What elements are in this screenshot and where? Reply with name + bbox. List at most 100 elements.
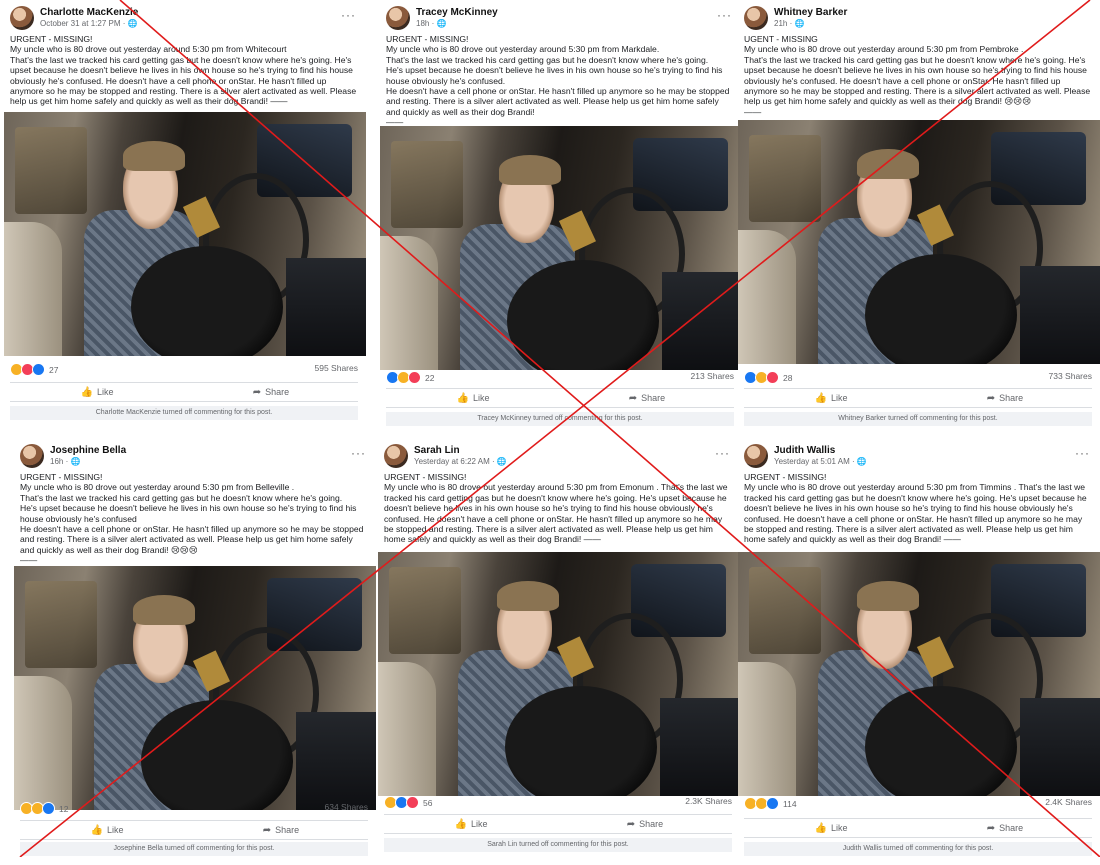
- reaction-summary[interactable]: 56: [384, 796, 432, 809]
- avatar[interactable]: [744, 6, 768, 30]
- post-actions: 👍 Like ➦ Share: [10, 382, 358, 402]
- post-photo[interactable]: [380, 126, 742, 370]
- share-button[interactable]: ➦ Share: [918, 389, 1092, 407]
- more-options-icon[interactable]: ···: [341, 8, 356, 22]
- love-reaction-icon: [408, 371, 421, 384]
- share-count[interactable]: 2.3K Shares: [685, 796, 732, 806]
- like-label: Like: [96, 387, 114, 397]
- post-actions: 👍 Like ➦ Share: [384, 814, 732, 834]
- author-name[interactable]: Charlotte MacKenzie: [40, 7, 138, 18]
- post-photo[interactable]: [378, 552, 740, 796]
- post-header: Judith Wallis Yesterday at 5:01 AM · 🌐 ·…: [744, 444, 1094, 470]
- like-button[interactable]: 👍 Like: [744, 389, 918, 407]
- reaction-summary[interactable]: 28: [744, 371, 792, 384]
- share-label: Share: [999, 393, 1024, 403]
- timestamp-text: Yesterday at 6:22 AM ·: [414, 457, 497, 466]
- post-photo[interactable]: [738, 552, 1100, 796]
- share-count[interactable]: 595 Shares: [315, 363, 358, 373]
- share-count[interactable]: 634 Shares: [325, 802, 368, 812]
- share-arrow-icon: ➦: [252, 386, 262, 398]
- post-text: UGENT - MISSING My uncle who is 80 drove…: [744, 34, 1092, 117]
- timestamp-text: 21h ·: [774, 19, 795, 28]
- share-count[interactable]: 213 Shares: [691, 371, 734, 381]
- share-label: Share: [265, 387, 290, 397]
- post-card: Judith Wallis Yesterday at 5:01 AM · 🌐 ·…: [738, 440, 1100, 865]
- author-name[interactable]: Sarah Lin: [414, 445, 460, 456]
- more-options-icon[interactable]: ···: [351, 446, 366, 460]
- post-timestamp[interactable]: 21h · 🌐: [774, 19, 804, 28]
- like-reaction-icon: [766, 797, 779, 810]
- more-options-icon[interactable]: ···: [717, 8, 732, 22]
- author-name[interactable]: Judith Wallis: [774, 445, 835, 456]
- commenting-off-notice: Josephine Bella turned off commenting fo…: [20, 842, 368, 856]
- timestamp-text: October 31 at 1:27 PM ·: [40, 19, 128, 28]
- share-count[interactable]: 2.4K Shares: [1045, 797, 1092, 807]
- reaction-summary[interactable]: 22: [386, 371, 434, 384]
- author-name[interactable]: Tracey McKinney: [416, 7, 498, 18]
- post-stats: 114 2.4K Shares: [744, 797, 1092, 811]
- post-text-line: My uncle who is 80 drove out yesterday a…: [386, 44, 660, 55]
- post-header: Charlotte MacKenzie October 31 at 1:27 P…: [10, 6, 360, 32]
- post-text-line: URGENT - MISSING!: [384, 472, 467, 482]
- post-text: URGENT - MISSING! My uncle who is 80 dro…: [10, 34, 358, 107]
- post-text: URGENT - MISSING! My uncle who is 80 dro…: [744, 472, 1092, 545]
- post-photo[interactable]: [14, 566, 376, 810]
- post-text-line: My uncle who is 80 drove out yesterday a…: [744, 44, 1024, 55]
- post-text-line: ——: [744, 106, 762, 117]
- post-card: Charlotte MacKenzie October 31 at 1:27 P…: [4, 2, 366, 427]
- post-timestamp[interactable]: 16h · 🌐: [50, 457, 80, 466]
- share-button[interactable]: ➦ Share: [918, 819, 1092, 837]
- reaction-count: 22: [425, 372, 435, 383]
- author-name[interactable]: Whitney Barker: [774, 7, 847, 18]
- avatar[interactable]: [744, 444, 768, 468]
- author-name[interactable]: Josephine Bella: [50, 445, 126, 456]
- reaction-summary[interactable]: 27: [10, 363, 58, 376]
- commenting-off-notice: Judith Wallis turned off commenting for …: [744, 842, 1092, 856]
- post-photo[interactable]: [4, 112, 366, 356]
- post-text-line: He's upset because he doesn't believe he…: [20, 503, 357, 524]
- thumbs-up-icon: 👍: [454, 818, 467, 830]
- avatar[interactable]: [384, 444, 408, 468]
- more-options-icon[interactable]: ···: [1075, 446, 1090, 460]
- post-text-line: URGENT - MISSING!: [10, 34, 93, 44]
- post-timestamp[interactable]: Yesterday at 6:22 AM · 🌐: [414, 457, 507, 466]
- share-button[interactable]: ➦ Share: [184, 383, 358, 401]
- avatar[interactable]: [20, 444, 44, 468]
- share-count[interactable]: 733 Shares: [1049, 371, 1092, 381]
- post-text-line: That's the last we tracked his card gett…: [744, 54, 1091, 107]
- like-button[interactable]: 👍 Like: [384, 815, 558, 833]
- post-timestamp[interactable]: Yesterday at 5:01 AM · 🌐: [774, 457, 867, 466]
- post-timestamp[interactable]: October 31 at 1:27 PM · 🌐: [40, 19, 138, 28]
- share-button[interactable]: ➦ Share: [560, 389, 734, 407]
- post-photo[interactable]: [738, 120, 1100, 364]
- post-text: URGENT - MISSING! My uncle who is 80 dro…: [386, 34, 734, 128]
- post-stats: 28 733 Shares: [744, 371, 1092, 385]
- screenshot-collage: Charlotte MacKenzie October 31 at 1:27 P…: [0, 0, 1100, 865]
- reaction-summary[interactable]: 12: [20, 802, 68, 815]
- reaction-summary[interactable]: 114: [744, 797, 797, 810]
- avatar[interactable]: [10, 6, 34, 30]
- share-label: Share: [641, 393, 666, 403]
- post-text-line: That's the last we tracked his card gett…: [386, 54, 709, 65]
- share-label: Share: [275, 825, 300, 835]
- post-actions: 👍 Like ➦ Share: [744, 388, 1092, 408]
- post-text-line: He's upset because he doesn't believe he…: [386, 65, 723, 86]
- post-header: Tracey McKinney 18h · 🌐 ···: [386, 6, 736, 32]
- post-text-line: My uncle who is 80 drove out yesterday a…: [384, 482, 728, 545]
- like-button[interactable]: 👍 Like: [386, 389, 560, 407]
- more-options-icon[interactable]: ···: [715, 446, 730, 460]
- avatar[interactable]: [386, 6, 410, 30]
- thumbs-up-icon: 👍: [456, 392, 469, 404]
- like-button[interactable]: 👍 Like: [10, 383, 184, 401]
- post-text-line: That's the last we tracked his card gett…: [20, 492, 343, 503]
- post-timestamp[interactable]: 18h · 🌐: [416, 19, 446, 28]
- like-button[interactable]: 👍 Like: [744, 819, 918, 837]
- like-label: Like: [830, 393, 848, 403]
- post-stats: 22 213 Shares: [386, 371, 734, 385]
- share-arrow-icon: ➦: [986, 392, 996, 404]
- like-button[interactable]: 👍 Like: [20, 821, 194, 839]
- reaction-count: 56: [423, 797, 433, 808]
- share-button[interactable]: ➦ Share: [194, 821, 368, 839]
- love-reaction-icon: [766, 371, 779, 384]
- share-button[interactable]: ➦ Share: [558, 815, 732, 833]
